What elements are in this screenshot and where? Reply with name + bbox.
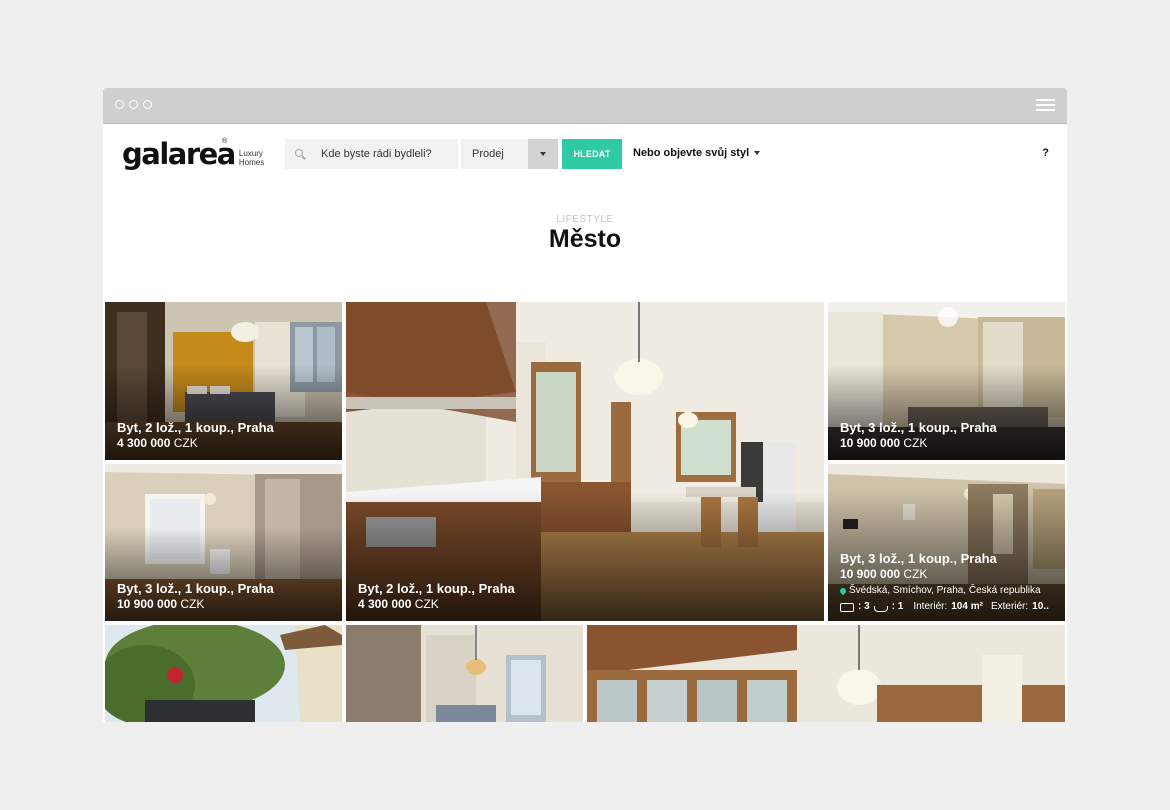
logo-registered-mark: ® [222,138,228,145]
site-header: galarea ® Luxury Homes Kde byste rádi by… [103,124,1067,190]
listing-card-hovered[interactable]: Byt, 3 lož., 1 koup., Praha 10 900 000 C… [828,464,1065,621]
listing-title: Byt, 2 lož., 1 koup., Praha [117,420,274,435]
bedroom-count: : 3 [858,601,870,612]
listing-caption: Byt, 3 lož., 1 koup., Praha 10 900 000 C… [840,419,997,451]
page-title: Město [548,225,622,253]
search-button[interactable]: HLEDAT [562,139,622,169]
interior-label: Interiér: [913,601,948,612]
caret-down-icon [540,152,546,156]
exterior-label: Exteriér: [990,601,1029,612]
listing-card[interactable] [105,625,342,722]
search-placeholder: Kde byste rádi bydleli? [321,148,432,160]
listing-price: 10 900 000 CZK [117,597,205,611]
listing-card[interactable] [346,625,583,722]
listing-card[interactable]: Byt, 2 lož., 1 koup., Praha 4 300 000 CZ… [346,302,824,621]
listing-price: 4 300 000 CZK [358,597,439,611]
listing-stats: : 3 : 1 Interiér: 104 m² Exteriér: 10.. [840,600,1058,614]
browser-chrome [103,88,1067,124]
listing-title: Byt, 3 lož., 1 koup., Praha [840,551,997,566]
listing-type-value: Prodej [472,148,504,160]
listing-card[interactable]: Byt, 3 lož., 1 koup., Praha 10 900 000 C… [828,302,1065,460]
listing-price: 10 900 000 CZK [840,436,928,450]
listing-title: Byt, 3 lož., 1 koup., Praha [840,420,997,435]
listing-photo [587,625,1065,722]
listing-title: Byt, 2 lož., 1 koup., Praha [358,581,515,596]
listing-photo [105,625,342,722]
listing-address: Švédská, Smíchov, Praha, Česká republika [838,584,1058,598]
listing-caption: Byt, 2 lož., 1 koup., Praha 4 300 000 CZ… [117,419,274,451]
window-dot-icon[interactable] [143,100,152,109]
listing-type-select[interactable]: Prodej [461,139,558,169]
logo-tagline: Luxury Homes [238,149,265,167]
exterior-value: 10.. [1032,601,1049,612]
listing-caption: Byt, 3 lož., 1 koup., Praha 10 900 000 C… [117,580,274,612]
search-icon [295,149,305,159]
listing-card[interactable] [587,625,1065,722]
select-toggle[interactable] [528,139,558,169]
listing-photo [346,625,583,722]
listing-caption: Byt, 2 lož., 1 koup., Praha 4 300 000 CZ… [358,580,515,612]
caret-down-icon [754,151,761,155]
listing-price: 10 900 000 CZK [840,567,928,581]
window-dot-icon[interactable] [129,100,138,109]
category-eyebrow: LIFESTYLE [556,214,614,225]
browser-window: galarea ® Luxury Homes Kde byste rádi by… [103,88,1067,722]
hamburger-menu-icon[interactable] [1036,99,1055,112]
listing-grid: Byt, 2 lož., 1 koup., Praha 4 300 000 CZ… [103,302,1067,722]
bed-icon [840,602,854,612]
bathroom-count: : 1 [891,601,904,612]
window-controls [115,100,152,109]
listing-title: Byt, 3 lož., 1 koup., Praha [117,581,274,596]
listing-caption: Byt, 3 lož., 1 koup., Praha 10 900 000 C… [838,550,1058,614]
style-dropdown-label: Nebo objevte svůj styl [633,147,750,159]
location-pin-icon [838,586,848,596]
interior-value: 104 m² [951,601,983,612]
page-hero: LIFESTYLE Město [103,189,1067,253]
site-logo[interactable]: galarea ® Luxury Homes [122,137,264,171]
listing-price: 4 300 000 CZK [117,436,198,450]
location-search-input[interactable]: Kde byste rádi bydleli? [285,139,458,169]
listing-card[interactable]: Byt, 3 lož., 1 koup., Praha 10 900 000 C… [105,464,342,621]
help-link[interactable]: ? [1042,147,1049,159]
bathtub-icon [873,605,888,612]
logo-wordmark: galarea [122,137,236,171]
listing-card[interactable]: Byt, 2 lož., 1 koup., Praha 4 300 000 CZ… [105,302,342,460]
window-dot-icon[interactable] [115,100,124,109]
style-dropdown[interactable]: Nebo objevte svůj styl [633,147,761,159]
